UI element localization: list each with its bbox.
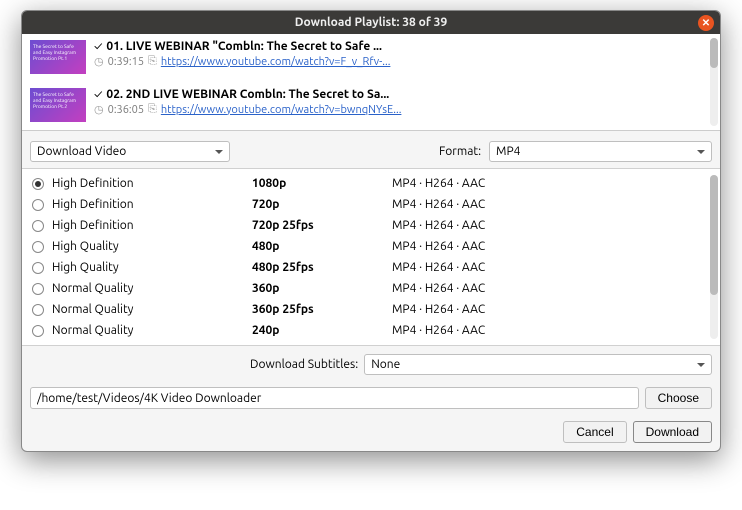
quality-radio[interactable] bbox=[32, 304, 44, 316]
quality-name: Normal Quality bbox=[52, 324, 252, 337]
quality-codec: MP4 · H264 · AAC bbox=[392, 282, 704, 295]
format-dropdown-value: MP4 bbox=[496, 145, 520, 158]
destination-row: Choose bbox=[22, 383, 720, 413]
quality-codec: MP4 · H264 · AAC bbox=[392, 198, 704, 211]
subtitles-dropdown-value: None bbox=[371, 358, 400, 371]
quality-resolution: 720p 25fps bbox=[252, 219, 392, 232]
cancel-button[interactable]: Cancel bbox=[563, 421, 626, 443]
quality-row[interactable]: High Definition720pMP4 · H264 · AAC bbox=[22, 194, 720, 215]
quality-row[interactable]: Normal Quality240pMP4 · H264 · AAC bbox=[22, 320, 720, 341]
clock-icon bbox=[94, 55, 104, 68]
titlebar: Download Playlist: 38 of 39 ✕ bbox=[22, 11, 720, 34]
quality-name: High Quality bbox=[52, 240, 252, 253]
playlist-item-url[interactable]: https://www.youtube.com/watch?v=bwnqNYsE… bbox=[161, 104, 402, 116]
quality-list: High Definition1080pMP4 · H264 · AACHigh… bbox=[22, 168, 720, 346]
quality-radio[interactable] bbox=[32, 199, 44, 211]
quality-resolution: 480p bbox=[252, 240, 392, 253]
quality-scrollbar-thumb[interactable] bbox=[710, 175, 718, 295]
quality-radio[interactable] bbox=[32, 262, 44, 274]
clock-icon bbox=[94, 103, 104, 116]
quality-radio[interactable] bbox=[32, 241, 44, 253]
subtitles-label: Download Subtitles: bbox=[250, 358, 358, 371]
dialog-window: Download Playlist: 38 of 39 ✕ The Secret… bbox=[21, 10, 721, 452]
playlist-item-meta: 0:36:05 https://www.youtube.com/watch?v=b… bbox=[94, 103, 700, 116]
video-thumbnail: The Secret to Safe and Easy Instagram Pr… bbox=[30, 40, 86, 74]
format-label: Format: bbox=[439, 145, 481, 158]
playlist-scrollbar-thumb[interactable] bbox=[710, 38, 718, 68]
quality-name: Normal Quality bbox=[52, 282, 252, 295]
quality-resolution: 240p bbox=[252, 324, 392, 337]
quality-codec: MP4 · H264 · AAC bbox=[392, 303, 704, 316]
download-button[interactable]: Download bbox=[633, 421, 712, 443]
link-icon bbox=[148, 55, 157, 68]
quality-row[interactable]: Normal Quality360p 25fpsMP4 · H264 · AAC bbox=[22, 299, 720, 320]
quality-radio[interactable] bbox=[32, 325, 44, 337]
quality-row[interactable]: Normal Quality360pMP4 · H264 · AAC bbox=[22, 278, 720, 299]
video-thumbnail: The Secret to Safe and Easy Instagram Pr… bbox=[30, 88, 86, 122]
playlist-item[interactable]: The Secret to Safe and Easy Instagram Pr… bbox=[22, 82, 708, 130]
quality-radio[interactable] bbox=[32, 283, 44, 295]
window-title: Download Playlist: 38 of 39 bbox=[295, 16, 447, 29]
quality-resolution: 360p bbox=[252, 282, 392, 295]
quality-resolution: 720p bbox=[252, 198, 392, 211]
quality-name: High Quality bbox=[52, 261, 252, 274]
quality-name: High Definition bbox=[52, 219, 252, 232]
quality-resolution: 1080p bbox=[252, 177, 392, 190]
quality-codec: MP4 · H264 · AAC bbox=[392, 240, 704, 253]
quality-row[interactable]: High Quality480p 25fpsMP4 · H264 · AAC bbox=[22, 257, 720, 278]
quality-name: High Definition bbox=[52, 177, 252, 190]
quality-codec: MP4 · H264 · AAC bbox=[392, 177, 704, 190]
destination-path-input[interactable] bbox=[30, 387, 639, 409]
options-toolbar: Download Video Format: MP4 bbox=[22, 131, 720, 168]
quality-resolution: 480p 25fps bbox=[252, 261, 392, 274]
subtitles-dropdown[interactable]: None bbox=[364, 354, 712, 375]
quality-codec: MP4 · H264 · AAC bbox=[392, 324, 704, 337]
playlist-item-main: 01. LIVE WEBINAR "Combln: The Secret to … bbox=[94, 40, 700, 74]
playlist-item-title: 01. LIVE WEBINAR "Combln: The Secret to … bbox=[94, 40, 700, 53]
quality-row[interactable]: High Definition720p 25fpsMP4 · H264 · AA… bbox=[22, 215, 720, 236]
playlist-pane: The Secret to Safe and Easy Instagram Pr… bbox=[22, 34, 720, 131]
playlist-item-main: 02. 2ND LIVE WEBINAR Combln: The Secret … bbox=[94, 88, 700, 122]
format-dropdown[interactable]: MP4 bbox=[489, 141, 712, 162]
action-dropdown-value: Download Video bbox=[37, 145, 126, 158]
choose-folder-button[interactable]: Choose bbox=[645, 387, 712, 409]
quality-row[interactable]: High Definition1080pMP4 · H264 · AAC bbox=[22, 173, 720, 194]
quality-codec: MP4 · H264 · AAC bbox=[392, 261, 704, 274]
close-button[interactable]: ✕ bbox=[698, 15, 714, 31]
quality-name: Normal Quality bbox=[52, 303, 252, 316]
quality-resolution: 360p 25fps bbox=[252, 303, 392, 316]
playlist-item-title: 02. 2ND LIVE WEBINAR Combln: The Secret … bbox=[94, 88, 700, 101]
playlist-item-duration: 0:36:05 bbox=[108, 104, 144, 116]
playlist-item-meta: 0:39:15 https://www.youtube.com/watch?v=F… bbox=[94, 55, 700, 68]
dialog-buttons: Cancel Download bbox=[22, 413, 720, 451]
playlist-item-url[interactable]: https://www.youtube.com/watch?v=F_v_Rfv-… bbox=[161, 56, 391, 68]
playlist-item[interactable]: The Secret to Safe and Easy Instagram Pr… bbox=[22, 34, 708, 82]
quality-row[interactable]: High Quality480pMP4 · H264 · AAC bbox=[22, 236, 720, 257]
quality-codec: MP4 · H264 · AAC bbox=[392, 219, 704, 232]
playlist-item-duration: 0:39:15 bbox=[108, 56, 144, 68]
quality-radio[interactable] bbox=[32, 220, 44, 232]
quality-radio[interactable] bbox=[32, 178, 44, 190]
link-icon bbox=[148, 103, 157, 116]
action-dropdown[interactable]: Download Video bbox=[30, 141, 230, 162]
quality-name: High Definition bbox=[52, 198, 252, 211]
subtitles-row: Download Subtitles: None bbox=[22, 346, 720, 383]
